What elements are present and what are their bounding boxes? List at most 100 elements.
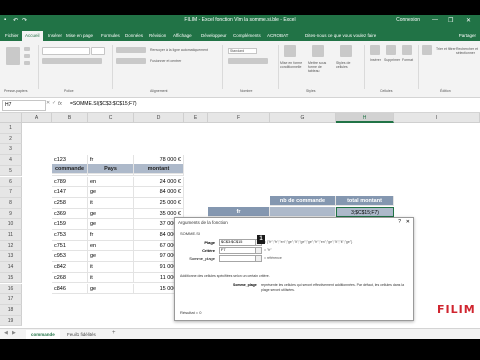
header-pays[interactable]: Pays [88,163,134,175]
tab-home[interactable]: Accueil [22,31,43,41]
font-style-buttons[interactable] [42,58,102,64]
data-cell-montant[interactable]: 25 000 € [134,197,184,209]
column-header[interactable]: C [88,113,134,123]
format-painter-icon[interactable] [24,61,30,65]
data-cell-commande[interactable]: c842 [52,262,88,273]
column-header[interactable]: F [208,113,270,123]
data-cell-commande[interactable]: c789 [52,176,88,188]
sheet-tab-active[interactable]: commande [26,330,60,339]
formula-input[interactable]: =SOMME.SI($C$3:$C$15;F7) [70,101,137,107]
data-cell-commande[interactable]: c268 [52,272,88,284]
name-box[interactable]: H7 [2,100,46,111]
row-header[interactable]: 2 [0,133,22,145]
row-header[interactable]: 3 [0,144,22,156]
next-sheet-icon[interactable]: ▶ [12,330,16,336]
collapse-dialog-icon[interactable] [255,255,262,262]
sheet-tab[interactable]: Feuil1 fidélités [62,330,101,339]
column-header-selected[interactable]: H [336,113,394,123]
tab-addins[interactable]: Compléments [230,31,264,41]
data-cell-pays[interactable]: fr [88,230,134,241]
data-cell-commande[interactable]: c953 [52,251,88,263]
data-cell-montant[interactable]: 84 000 € [134,187,184,198]
tell-me-input[interactable]: Dites-nous ce que vous voulez faire [305,31,376,41]
data-cell-commande[interactable]: c369 [52,208,88,220]
row-header[interactable]: 12 [0,240,22,252]
column-header[interactable]: B [52,113,88,123]
header-montant[interactable]: montant [134,163,184,175]
row-header[interactable]: 10 [0,219,22,230]
arg-input-plage[interactable]: $C$3:$C$15 [219,239,256,246]
conditional-format-icon[interactable] [284,45,296,57]
data-cell-pays[interactable]: en [88,176,134,188]
summary-total-header[interactable]: total montant [336,195,394,207]
conditional-format-button[interactable]: Mise en forme conditionnelle [280,61,306,69]
data-cell-pays[interactable]: it [88,197,134,209]
restore-button[interactable]: ❐ [448,17,453,24]
data-cell-pays[interactable]: en [88,240,134,252]
alignment-buttons[interactable] [116,47,146,53]
row-header[interactable]: 11 [0,230,22,241]
column-header[interactable]: E [184,113,208,123]
data-cell-commande[interactable]: c751 [52,240,88,252]
indent-buttons[interactable] [116,58,146,64]
data-cell-pays[interactable]: ge [88,283,134,295]
data-cell-pays[interactable]: ge [88,208,134,220]
data-cell-pays[interactable]: ge [88,251,134,263]
wrap-text-button[interactable]: Renvoyer à la ligne automatiquement [150,48,208,52]
cell-styles-icon[interactable] [340,45,352,57]
column-header[interactable]: D [134,113,184,123]
summary-count-header[interactable]: nb de commande [270,195,336,207]
select-all-corner[interactable] [0,113,22,123]
tab-insert[interactable]: Insérer [45,31,65,41]
tab-page-layout[interactable]: Mise en page [63,31,96,41]
row-header[interactable]: 16 [0,283,22,295]
row-header[interactable]: 17 [0,294,22,305]
number-format-select[interactable]: Standard [228,48,258,54]
row-header[interactable]: 19 [0,315,22,327]
format-cells-icon[interactable] [402,45,412,55]
summary-count-cell[interactable] [270,206,336,218]
close-button[interactable]: ✕ [466,17,471,24]
row-header[interactable]: 13 [0,251,22,263]
row-header[interactable]: 18 [0,304,22,316]
data-cell-pays[interactable]: it [88,272,134,284]
cell-styles-button[interactable]: Styles de cellules [336,61,360,69]
row-header[interactable]: 9 [0,208,22,220]
data-cell-commande[interactable]: c159 [52,219,88,230]
sort-filter-button[interactable]: Trier et filtrer [436,47,456,51]
tab-file[interactable]: Fichier [2,31,22,41]
dialog-help-button[interactable]: ? [398,219,401,225]
add-sheet-button[interactable]: + [112,330,116,336]
arg-input-critere[interactable]: F7 [219,247,256,254]
format-as-table-button[interactable]: Mettre sous forme de tableau [308,61,334,73]
merge-center-button[interactable]: Fusionner et centrer [150,59,181,63]
row-header[interactable]: 5 [0,165,22,177]
row-header[interactable]: 15 [0,272,22,284]
dialog-close-button[interactable]: ✕ [406,219,410,225]
delete-cells-icon[interactable] [386,45,396,55]
data-cell-pays[interactable]: it [88,262,134,273]
insert-function-icon[interactable]: fx [58,101,62,107]
tab-view[interactable]: Affichage [170,31,195,41]
find-select-button[interactable]: Rechercher et sélectionner [456,47,478,55]
prev-sheet-icon[interactable]: ◀ [4,330,8,336]
insert-cells-button[interactable]: Insérer [370,58,381,62]
font-name-select[interactable] [42,47,90,55]
row-header[interactable]: 8 [0,197,22,209]
cut-icon[interactable] [24,47,30,51]
share-button[interactable]: Partager [459,31,476,41]
row-header[interactable]: 7 [0,187,22,198]
summary-label-cell[interactable]: fr [208,206,270,218]
column-header[interactable]: I [394,113,480,123]
arg-input-somme-plage[interactable] [219,255,256,262]
font-size-select[interactable] [91,47,105,55]
paste-icon[interactable] [6,47,20,65]
insert-cells-icon[interactable] [370,45,380,55]
tab-formulas[interactable]: Formules [98,31,123,41]
number-format-buttons[interactable] [228,58,268,64]
autosum-icon[interactable] [422,45,432,55]
data-cell-montant[interactable]: 24 000 € [134,176,184,188]
data-cell-commande[interactable]: c753 [52,230,88,241]
data-cell-commande[interactable]: c258 [52,197,88,209]
column-header[interactable]: G [270,113,336,123]
